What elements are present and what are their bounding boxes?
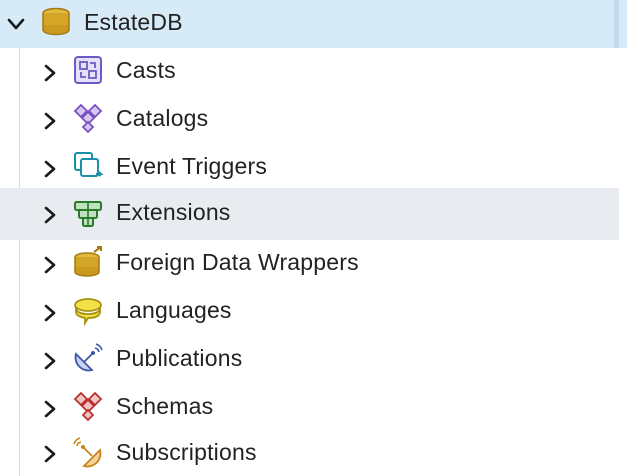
tree-node-label: Catalogs (116, 105, 209, 131)
tree-node-schemas[interactable]: Schemas (0, 384, 619, 432)
tree-node-catalogs[interactable]: Catalogs (0, 96, 619, 144)
chevron-right-icon[interactable] (40, 63, 60, 83)
tree-node-label: Casts (116, 57, 176, 83)
chevron-right-icon[interactable] (40, 399, 60, 419)
database-icon (40, 6, 72, 38)
foreign-data-wrappers-icon (72, 246, 104, 278)
tree-node-extensions[interactable]: Extensions (0, 188, 619, 240)
tree-node-label: Foreign Data Wrappers (116, 249, 359, 275)
chevron-right-icon[interactable] (40, 351, 60, 371)
chevron-right-icon[interactable] (40, 205, 60, 225)
tree-node-label: Extensions (116, 199, 231, 225)
tree-node-foreign-data-wrappers[interactable]: Foreign Data Wrappers (0, 240, 619, 288)
object-explorer-tree: EstateDB Casts Catalogs Event Triggers E… (0, 0, 627, 476)
tree-node-label: EstateDB (84, 9, 183, 35)
tree-node-publications[interactable]: Publications (0, 336, 619, 384)
tree-node-label: Schemas (116, 393, 214, 419)
chevron-down-icon[interactable] (6, 14, 26, 34)
tree-node-estatedb[interactable]: EstateDB (0, 0, 627, 48)
chevron-right-icon[interactable] (40, 111, 60, 131)
subscriptions-icon (72, 436, 104, 468)
publications-icon (72, 342, 104, 374)
catalogs-icon (72, 102, 104, 134)
event-triggers-icon (72, 150, 104, 182)
chevron-right-icon[interactable] (40, 444, 60, 464)
tree-node-subscriptions[interactable]: Subscriptions (0, 430, 619, 476)
chevron-right-icon[interactable] (40, 303, 60, 323)
tree-node-label: Subscriptions (116, 439, 257, 465)
languages-icon (72, 294, 104, 326)
chevron-right-icon[interactable] (40, 255, 60, 275)
casts-icon (72, 54, 104, 86)
tree-node-label: Languages (116, 297, 232, 323)
chevron-right-icon[interactable] (40, 159, 60, 179)
schemas-icon (72, 390, 104, 422)
tree-node-label: Event Triggers (116, 153, 268, 179)
tree-node-languages[interactable]: Languages (0, 288, 619, 336)
tree-node-event-triggers[interactable]: Event Triggers (0, 144, 619, 192)
extensions-icon (72, 198, 104, 230)
tree-node-casts[interactable]: Casts (0, 48, 619, 96)
tree-node-label: Publications (116, 345, 243, 371)
selection-bar (614, 0, 619, 48)
